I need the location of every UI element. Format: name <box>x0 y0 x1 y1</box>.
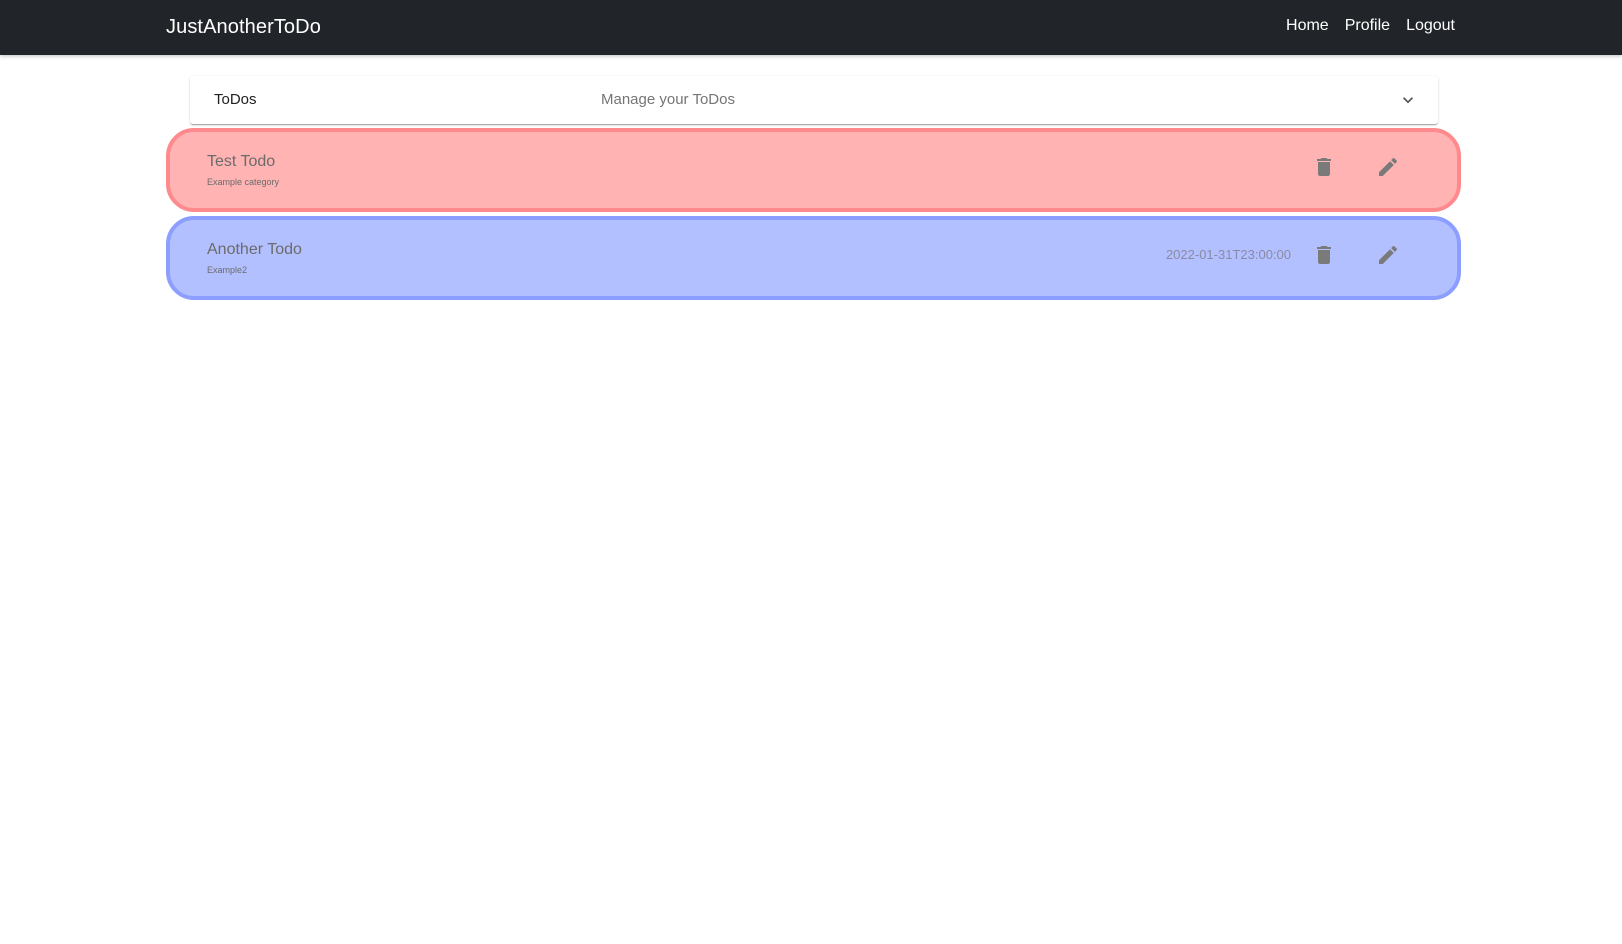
panel-title: ToDos <box>214 91 257 108</box>
nav-link-home[interactable]: Home <box>1286 16 1329 36</box>
todo-category: Example2 <box>207 265 248 275</box>
nav-links: Home Profile Logout <box>1286 16 1455 36</box>
brand-link[interactable]: JustAnotherToDo <box>166 15 321 39</box>
delete-button[interactable] <box>1309 240 1339 270</box>
trash-icon <box>1317 246 1331 264</box>
pencil-icon <box>1379 157 1398 176</box>
nav-link-logout[interactable]: Logout <box>1406 16 1455 36</box>
todo-item[interactable]: Another Todo Example2 2022-01-31T23:00:0… <box>166 216 1461 300</box>
edit-button[interactable] <box>1373 152 1403 182</box>
todo-date: 2022-01-31T23:00:00 <box>1165 247 1291 262</box>
trash-icon <box>1317 158 1331 176</box>
nav-link-profile[interactable]: Profile <box>1345 16 1390 36</box>
edit-button[interactable] <box>1373 240 1403 270</box>
todos-expansion-panel[interactable]: ToDos Manage your ToDos <box>190 76 1438 124</box>
todo-category: Example category <box>207 177 280 187</box>
panel-description: Manage your ToDos <box>601 91 735 108</box>
todo-item[interactable]: Test Todo Example category <box>166 128 1461 212</box>
navbar: JustAnotherToDo Home Profile Logout <box>0 0 1622 55</box>
todo-title: Test Todo <box>207 153 276 170</box>
chevron-down-icon[interactable] <box>1398 90 1418 110</box>
todo-title: Another Todo <box>207 241 302 258</box>
delete-button[interactable] <box>1309 152 1339 182</box>
pencil-icon <box>1379 245 1398 264</box>
